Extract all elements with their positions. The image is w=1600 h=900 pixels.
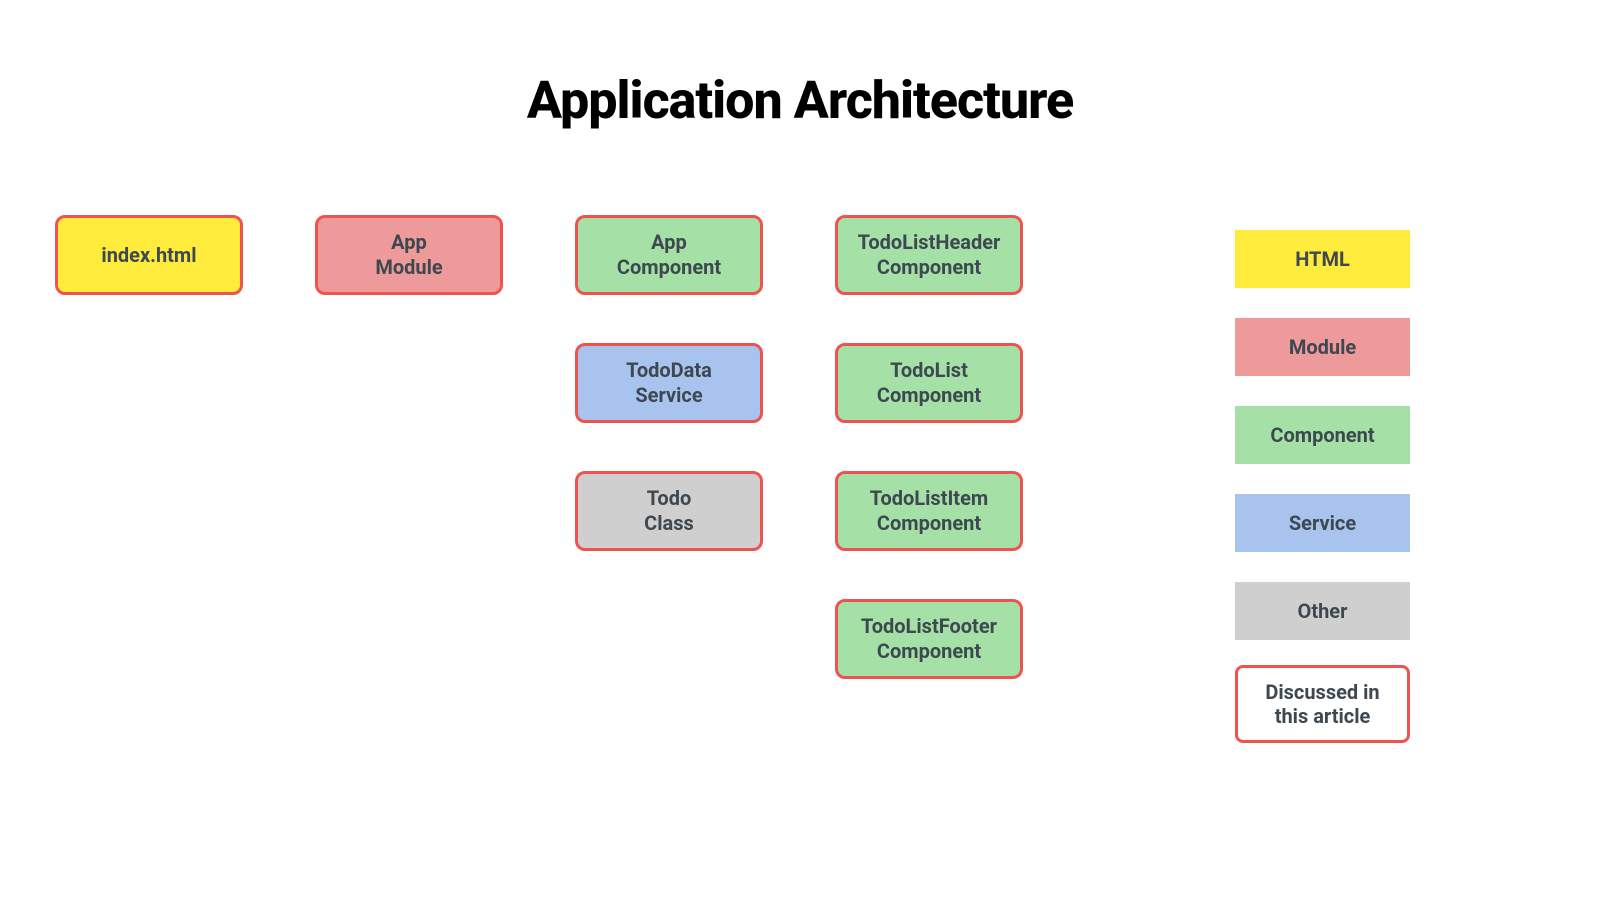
box-label: TodoListFooter Component <box>861 614 997 664</box>
box-label: TodoList Component <box>877 358 981 408</box>
box-label: App Module <box>375 230 442 280</box>
box-label: TodoListHeader Component <box>858 230 1001 280</box>
legend-label: Other <box>1298 599 1348 623</box>
box-todolistheader-component: TodoListHeader Component <box>835 215 1023 295</box>
box-label: TodoListItem Component <box>870 486 988 536</box>
legend-other: Other <box>1235 582 1410 640</box>
box-label: App Component <box>617 230 721 280</box>
legend-service: Service <box>1235 494 1410 552</box>
legend-discussed: Discussed in this article <box>1235 665 1410 743</box>
box-todolistitem-component: TodoListItem Component <box>835 471 1023 551</box>
box-label: index.html <box>101 243 196 268</box>
legend-module: Module <box>1235 318 1410 376</box>
legend-label: Discussed in this article <box>1265 680 1379 728</box>
box-app-module: App Module <box>315 215 503 295</box>
box-tododata-service: TodoData Service <box>575 343 763 423</box>
legend-label: Component <box>1270 423 1374 447</box>
box-index-html: index.html <box>55 215 243 295</box>
legend-label: Module <box>1289 335 1356 359</box>
box-label: TodoData Service <box>626 358 712 408</box>
legend-label: Service <box>1289 511 1356 535</box>
legend-component: Component <box>1235 406 1410 464</box>
box-todolist-component: TodoList Component <box>835 343 1023 423</box>
legend-html: HTML <box>1235 230 1410 288</box>
diagram-title: Application Architecture <box>0 70 1600 131</box>
box-todo-class: Todo Class <box>575 471 763 551</box>
box-label: Todo Class <box>644 486 694 536</box>
box-app-component: App Component <box>575 215 763 295</box>
box-todolistfooter-component: TodoListFooter Component <box>835 599 1023 679</box>
legend-label: HTML <box>1295 247 1350 271</box>
